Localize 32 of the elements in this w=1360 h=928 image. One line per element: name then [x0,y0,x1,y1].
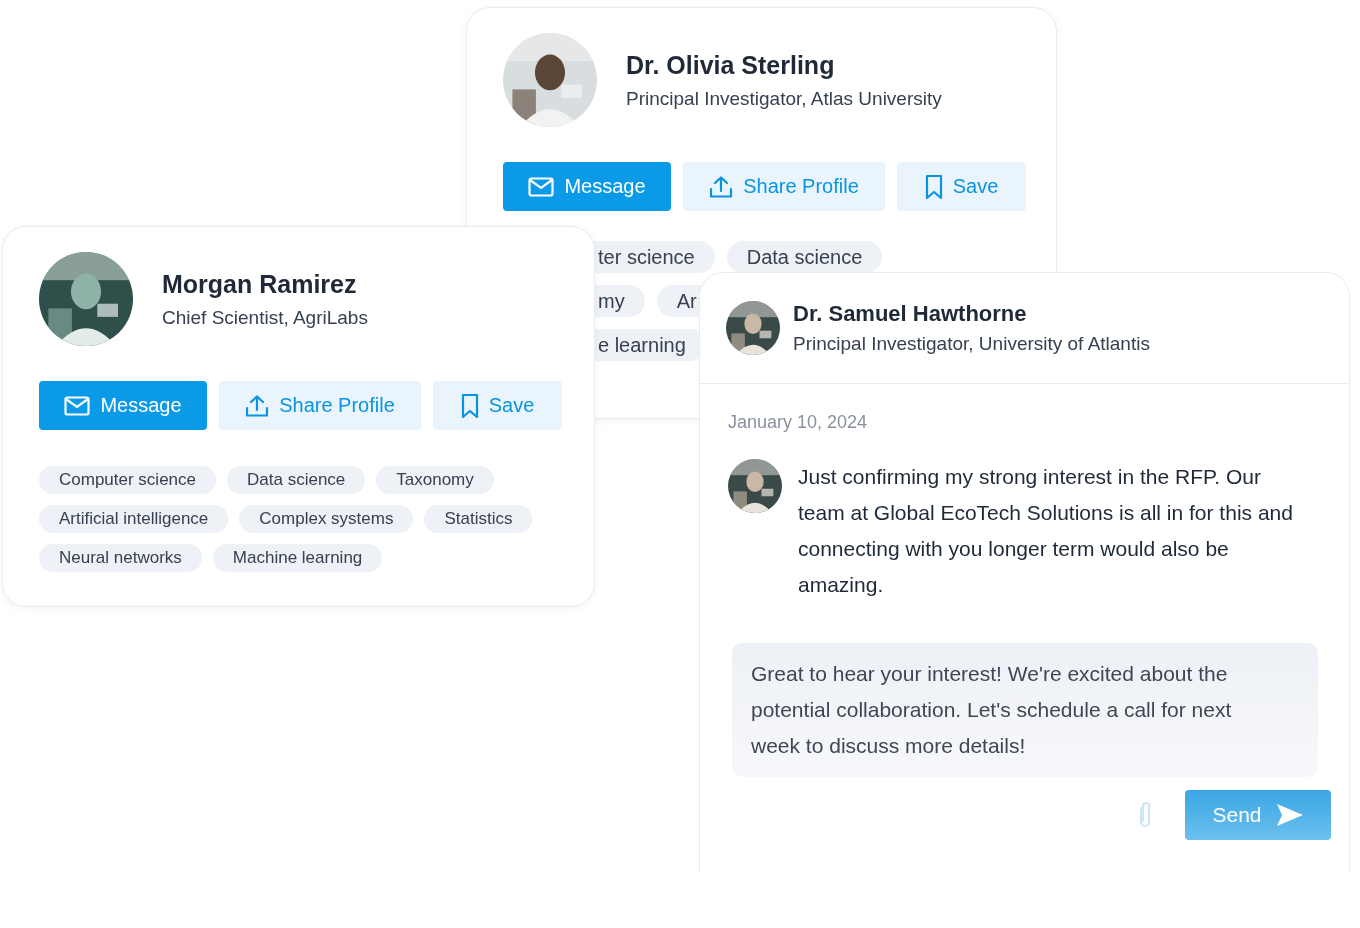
tag: Artificial intelligence [39,505,229,533]
tag: Computer science [39,466,216,494]
save-button[interactable]: Save [433,381,562,430]
tag: Statistics [424,505,533,533]
envelope-icon [528,176,555,197]
upload-icon [709,174,734,199]
message-date: January 10, 2024 [728,412,869,433]
contact-name: Dr. Samuel Hawthorne [793,301,1028,327]
profile-name: Dr. Olivia Sterling [626,50,836,80]
bookmark-icon [924,173,943,200]
tag: Complex systems [239,505,414,533]
share-profile-button[interactable]: Share Profile [219,381,421,430]
tag: Data science [227,466,366,494]
message-text: Just confirming my strong interest in the RFP. Our team at Global EcoTech Solutions is all in for this and connecting with you longer term would also be amazing. [798,464,1294,598]
send-button[interactable]: Send [1185,790,1331,840]
profile-title: Principal Investigator, Atlas University [626,87,942,110]
share-profile-button[interactable]: Share Profile [683,162,885,211]
profile-title: Chief Scientist, AgriLabs [162,306,368,329]
envelope-icon [64,395,91,416]
message-button[interactable]: Message [503,162,671,211]
profile-name: Morgan Ramirez [162,269,358,299]
tag: Taxonomy [376,466,494,494]
contact-title: Principal Investigator, University of Atlantis [793,333,1150,355]
upload-icon [245,393,270,418]
tag: Neural networks [39,544,202,572]
tag: Machine learning [212,544,383,572]
save-button[interactable]: Save [897,162,1026,211]
tag: Data science [726,241,883,273]
reply-field[interactable]: Great to hear your interest! We're excited about the potential collaboration. Let's schedule a call for next week to discuss more details! [732,643,1318,777]
send-icon [1275,803,1304,827]
bookmark-icon [460,392,479,419]
message-button[interactable]: Message [39,381,207,430]
